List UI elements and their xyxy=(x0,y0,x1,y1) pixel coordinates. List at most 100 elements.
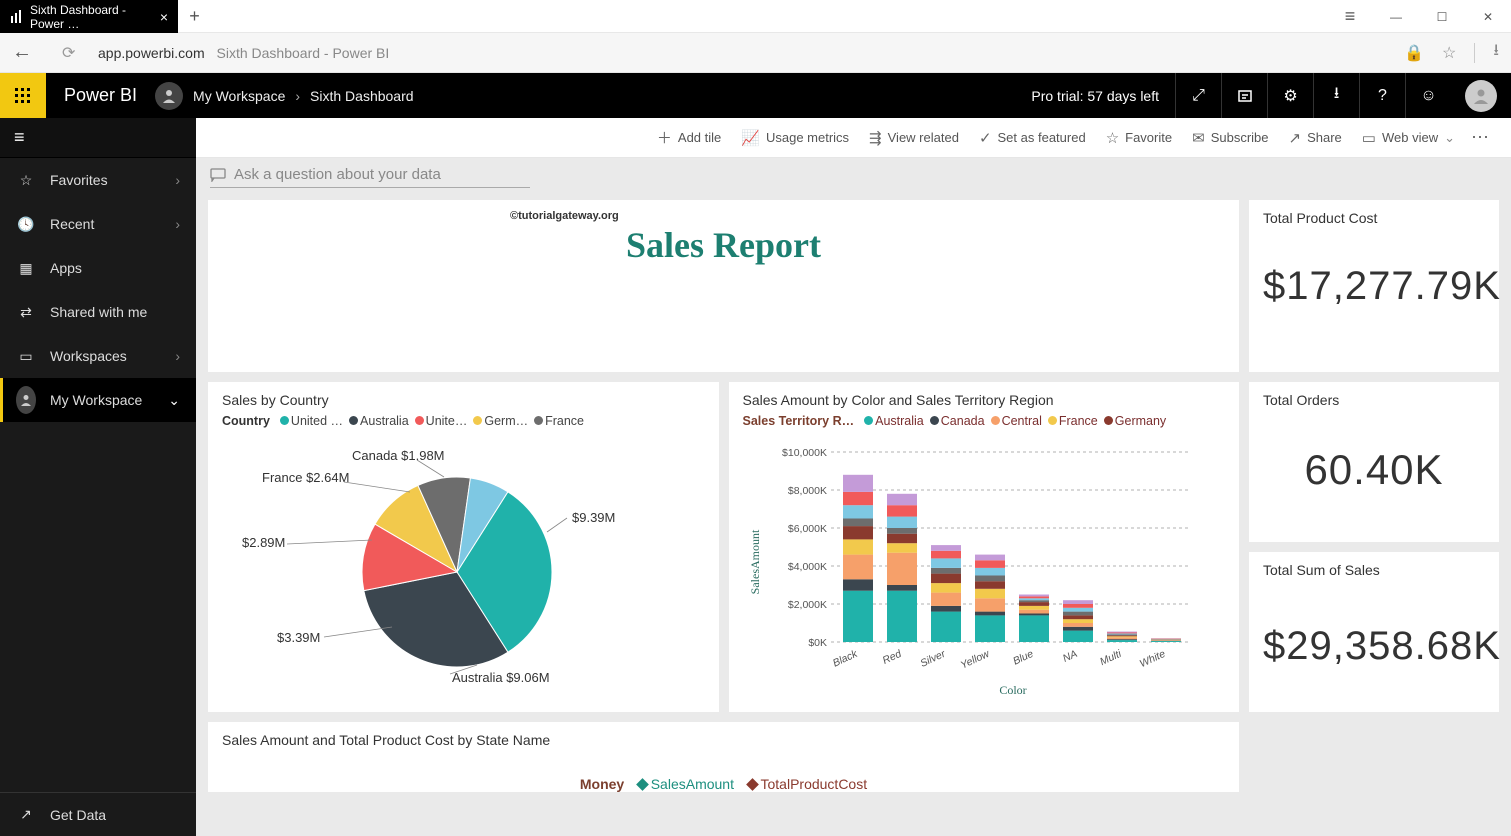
tile-sales-by-country[interactable]: Sales by Country Country United …Austral… xyxy=(208,382,719,712)
nav-label: Favorites xyxy=(50,172,108,188)
favorite-star-icon[interactable]: ☆ xyxy=(1442,43,1456,63)
svg-text:$6,000K: $6,000K xyxy=(787,523,826,535)
svg-text:$0K: $0K xyxy=(808,637,827,649)
toolbar-add-tile[interactable]: ＋Add tile xyxy=(647,118,731,157)
sidebar-item-favorites[interactable]: ☆Favorites› xyxy=(0,158,196,202)
download-icon[interactable]: ⭳ xyxy=(1313,73,1359,118)
svg-text:NA: NA xyxy=(1060,648,1078,665)
card-title: Total Product Cost xyxy=(1263,210,1485,226)
card-value: 60.40K xyxy=(1263,446,1485,494)
sidebar-item-apps[interactable]: ▦Apps xyxy=(0,246,196,290)
window-minimize-icon[interactable]: — xyxy=(1373,0,1419,33)
app-header: Power BI My Workspace › Sixth Dashboard … xyxy=(0,73,1511,118)
tile-sales-by-color[interactable]: Sales Amount by Color and Sales Territor… xyxy=(729,382,1240,712)
svg-text:Blue: Blue xyxy=(1011,648,1035,668)
sidebar-item-my-workspace[interactable]: My Workspace⌄ xyxy=(0,378,196,422)
brand-label: Power BI xyxy=(46,85,155,106)
nav-label: My Workspace xyxy=(50,392,142,408)
svg-text:Canada $1.98M: Canada $1.98M xyxy=(352,448,445,463)
tile-title: Sales by Country xyxy=(222,392,705,408)
card-title: Total Orders xyxy=(1263,392,1485,408)
nav-refresh-icon[interactable]: ⟳ xyxy=(62,43,92,63)
svg-text:$8,000K: $8,000K xyxy=(787,485,826,497)
toolbar-label: Favorite xyxy=(1125,130,1172,145)
new-tab-button[interactable]: + xyxy=(178,0,211,32)
tile-hero[interactable]: Sales Report xyxy=(208,200,1239,372)
tile-sales-by-state[interactable]: Sales Amount and Total Product Cost by S… xyxy=(208,722,1239,792)
y-axis-label: SalesAmount xyxy=(748,529,762,594)
trial-status: Pro trial: 57 days left xyxy=(1015,88,1175,104)
related-icon: ⇶ xyxy=(869,129,882,147)
chevron-right-icon: › xyxy=(175,216,180,232)
legend-lead: Country xyxy=(222,414,270,428)
browser-menu-icon[interactable]: ≡ xyxy=(1327,0,1373,33)
toolbar-share[interactable]: ↗Share xyxy=(1279,118,1352,157)
tab-title: Sixth Dashboard - Power … xyxy=(30,3,160,31)
tile-total-product-cost[interactable]: Total Product Cost $17,277.79K xyxy=(1249,200,1499,372)
chat-icon xyxy=(210,168,226,182)
divider xyxy=(1474,43,1475,63)
svg-text:$3.39M: $3.39M xyxy=(277,630,320,645)
svg-text:France $2.64M: France $2.64M xyxy=(262,470,349,485)
toolbar-web-view[interactable]: ▭Web view ⌄ xyxy=(1352,118,1465,157)
get-data-icon: ↗ xyxy=(16,806,36,823)
svg-text:Australia $9.06M: Australia $9.06M xyxy=(452,670,550,685)
url-display[interactable]: app.powerbi.com Sixth Dashboard - Power … xyxy=(98,45,389,61)
dashboard-toolbar: ＋Add tile📈Usage metrics⇶View related✓Set… xyxy=(196,118,1511,158)
tile-total-sales[interactable]: Total Sum of Sales $29,358.68K xyxy=(1249,552,1499,712)
bar-legend: Sales Territory R… AustraliaCanadaCentra… xyxy=(743,414,1226,428)
svg-text:Multi: Multi xyxy=(1098,648,1124,669)
downloads-icon[interactable]: ⭳ xyxy=(1493,39,1499,66)
svg-text:Red: Red xyxy=(880,647,904,667)
window-close-icon[interactable]: ✕ xyxy=(1465,0,1511,33)
nav-back-icon[interactable]: ← xyxy=(12,41,42,64)
settings-gear-icon[interactable]: ⚙ xyxy=(1267,73,1313,118)
user-avatar-icon[interactable] xyxy=(1465,80,1497,112)
fullscreen-icon[interactable]: ⤢ xyxy=(1175,73,1221,118)
qa-placeholder: Ask a question about your data xyxy=(234,166,441,183)
svg-text:$4,000K: $4,000K xyxy=(787,561,826,573)
get-data-button[interactable]: ↗ Get Data xyxy=(0,792,196,836)
app-launcher-icon[interactable] xyxy=(0,73,46,118)
toolbar-set-as-featured[interactable]: ✓Set as featured xyxy=(969,118,1096,157)
breadcrumb-workspace[interactable]: My Workspace xyxy=(193,88,285,104)
sidebar-toggle-icon[interactable]: ≡ xyxy=(0,118,196,158)
x-axis-label: Color xyxy=(999,683,1026,697)
chart-icon: 📈 xyxy=(741,129,760,147)
nav-label: Workspaces xyxy=(50,348,127,364)
tile-total-orders[interactable]: Total Orders 60.40K xyxy=(1249,382,1499,542)
mail-icon: ✉ xyxy=(1192,129,1205,147)
sidebar-item-shared-with-me[interactable]: ⇄Shared with me xyxy=(0,290,196,334)
window-maximize-icon[interactable]: ☐ xyxy=(1419,0,1465,33)
sidebar-item-workspaces[interactable]: ▭Workspaces› xyxy=(0,334,196,378)
nav-label: Recent xyxy=(50,216,94,232)
browser-tab[interactable]: Sixth Dashboard - Power … × xyxy=(0,0,178,33)
sidebar: ≡ ☆ Favorites ›🕓 Recent ›▦Apps⇄Shared with m… xyxy=(0,118,196,836)
svg-text:Yellow: Yellow xyxy=(958,647,992,671)
toolbar-subscribe[interactable]: ✉ Subscribe xyxy=(1182,118,1278,157)
toolbar-label: Subscribe xyxy=(1211,130,1269,145)
card-title: Total Sum of Sales xyxy=(1263,562,1485,578)
star-icon: ☆ xyxy=(16,172,36,189)
tab-close-icon[interactable]: × xyxy=(160,9,168,25)
tile-title: Sales Amount and Total Product Cost by S… xyxy=(222,732,1225,748)
notifications-icon[interactable] xyxy=(1221,73,1267,118)
toolbar-favorite[interactable]: ☆ Favorite xyxy=(1096,118,1182,157)
ws-icon: ▭ xyxy=(16,348,36,365)
breadcrumb-dashboard[interactable]: Sixth Dashboard xyxy=(310,88,414,104)
toolbar-usage-metrics[interactable]: 📈Usage metrics xyxy=(731,118,859,157)
feedback-smile-icon[interactable]: ☺ xyxy=(1405,73,1451,118)
clock-icon: 🕓 xyxy=(16,216,36,233)
star-icon: ☆ xyxy=(1106,129,1119,147)
get-data-label: Get Data xyxy=(50,807,106,823)
card-value: $29,358.68K xyxy=(1263,624,1485,669)
avatar-icon xyxy=(16,386,36,414)
qa-input[interactable]: Ask a question about your data xyxy=(210,166,530,188)
help-icon[interactable]: ? xyxy=(1359,73,1405,118)
svg-text:Silver: Silver xyxy=(918,648,947,670)
toolbar-view-related[interactable]: ⇶View related xyxy=(859,118,969,157)
sidebar-item-recent[interactable]: 🕓 Recent › xyxy=(0,202,196,246)
more-options-icon[interactable]: ⋯ xyxy=(1465,127,1497,148)
svg-text:$10,000K: $10,000K xyxy=(782,447,827,459)
toolbar-label: Add tile xyxy=(678,130,721,145)
